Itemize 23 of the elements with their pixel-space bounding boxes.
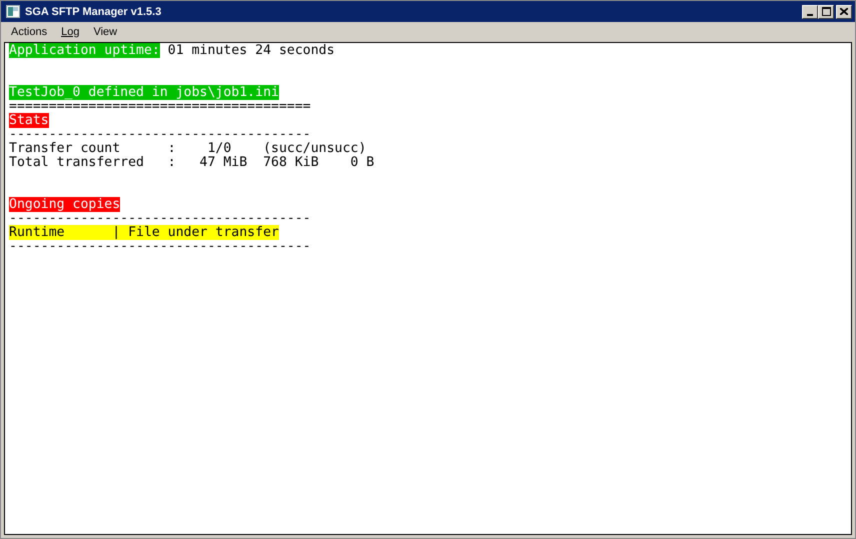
close-icon (840, 8, 848, 15)
menu-item[interactable]: Actions (4, 26, 54, 38)
console-text: 01 minutes 24 seconds (166, 43, 335, 58)
console-text: Transfer count : 1/0 (succ/unsucc) (9, 141, 366, 156)
maximize-icon (822, 7, 830, 16)
window-title: SGA SFTP Manager v1.5.3 (25, 6, 162, 18)
console-text: -------------------------------------- (9, 127, 311, 142)
minimize-icon (807, 14, 813, 16)
close-button[interactable] (836, 4, 852, 18)
menu-item[interactable]: Log (54, 26, 86, 38)
menu-item[interactable]: View (86, 26, 124, 38)
maximize-button[interactable] (818, 4, 834, 18)
console-text: ====================================== (9, 99, 311, 114)
console-text: -------------------------------------- (9, 211, 311, 226)
console-text: Ongoing copies (9, 197, 120, 212)
minimize-button[interactable] (802, 4, 818, 18)
console-text: Total transferred : 47 MiB 768 KiB 0 B (9, 155, 374, 170)
console-text: Stats (9, 113, 49, 128)
console-text: TestJob_0 defined in jobs\job1.ini (9, 85, 279, 100)
console-text: Application uptime: (9, 43, 160, 58)
console-text: Runtime | File under transfer (9, 225, 279, 240)
app-icon (6, 5, 20, 18)
console-text: -------------------------------------- (9, 239, 311, 254)
